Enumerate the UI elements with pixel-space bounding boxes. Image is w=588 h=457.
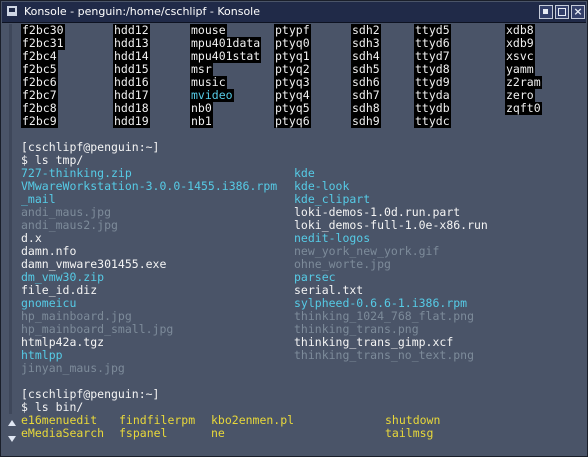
terminal-output[interactable]: f2bc30 hdd12 mouse ptypf sdh2 ttyd5 xdb8 f2bc31… bbox=[7, 24, 577, 447]
dev-entry: ptyq6 bbox=[274, 114, 311, 128]
file-row: file_id.diz serial.txt bbox=[7, 284, 577, 297]
executable-entry: fspanel bbox=[119, 426, 168, 440]
maximize-button[interactable] bbox=[555, 5, 569, 19]
prompt-line: [cschlipf@penguin:~] bbox=[7, 141, 577, 154]
dev-entry: zqft0 bbox=[505, 101, 542, 115]
bin-listing: e16menuedit findfilerpm kbo2enmen.pl shutdo… bbox=[7, 414, 577, 440]
dev-entry: ttydc bbox=[414, 114, 451, 128]
file-row: htmlp42a.tgz thinking_trans_gimp.xcf bbox=[7, 336, 577, 349]
konsole-app-icon[interactable] bbox=[6, 5, 18, 17]
executable-entry: tailmsg bbox=[385, 426, 434, 440]
dev-row: f2bc9 hdd19 nb1 ptyq6 sdh9 ttydc bbox=[7, 115, 577, 128]
dev-entry: f2bc9 bbox=[21, 114, 58, 128]
file-row: VMwareWorkstation-3.0.0-1455.i386.rpm kde… bbox=[7, 180, 577, 193]
dev-entry: nb1 bbox=[190, 114, 213, 128]
executable-entry: ne bbox=[211, 426, 225, 440]
bin-row: eMediaSearch fspanel ne tailmsg bbox=[7, 427, 577, 440]
file-row: d.x nedit-logos bbox=[7, 232, 577, 245]
window-title: Konsole - penguin:/home/cschlipf - Konso… bbox=[24, 5, 261, 18]
close-icon: × bbox=[573, 5, 583, 18]
file-entry: VMwareWorkstation-3.0.0-1455.i386.rpm bbox=[21, 179, 278, 193]
file-entry: thinking_trans_no_text.png bbox=[294, 348, 475, 362]
file-row: andi_maus2.jpg loki_demos-full-1.0e-x86.r… bbox=[7, 219, 577, 232]
dev-entry: sdh9 bbox=[351, 114, 381, 128]
title-bar[interactable]: Konsole - penguin:/home/cschlipf - Konso… bbox=[2, 2, 586, 23]
dev-entry: hdd19 bbox=[113, 114, 150, 128]
konsole-window: Konsole - penguin:/home/cschlipf - Konso… bbox=[0, 0, 588, 457]
minimize-button[interactable] bbox=[539, 5, 553, 19]
file-entry: jinyan_maus.jpg bbox=[21, 361, 125, 375]
prompt-line: [cschlipf@penguin:~] bbox=[7, 388, 577, 401]
file-row: jinyan_maus.jpg bbox=[7, 362, 577, 375]
dev-listing: f2bc30 hdd12 mouse ptypf sdh2 ttyd5 xdb8 f2bc31… bbox=[7, 24, 577, 128]
close-button[interactable]: × bbox=[571, 5, 585, 19]
executable-entry: eMediaSearch bbox=[21, 426, 105, 440]
tmp-listing: 727-thinking.zip kde VMwareWorkstation-3.0… bbox=[7, 167, 577, 375]
